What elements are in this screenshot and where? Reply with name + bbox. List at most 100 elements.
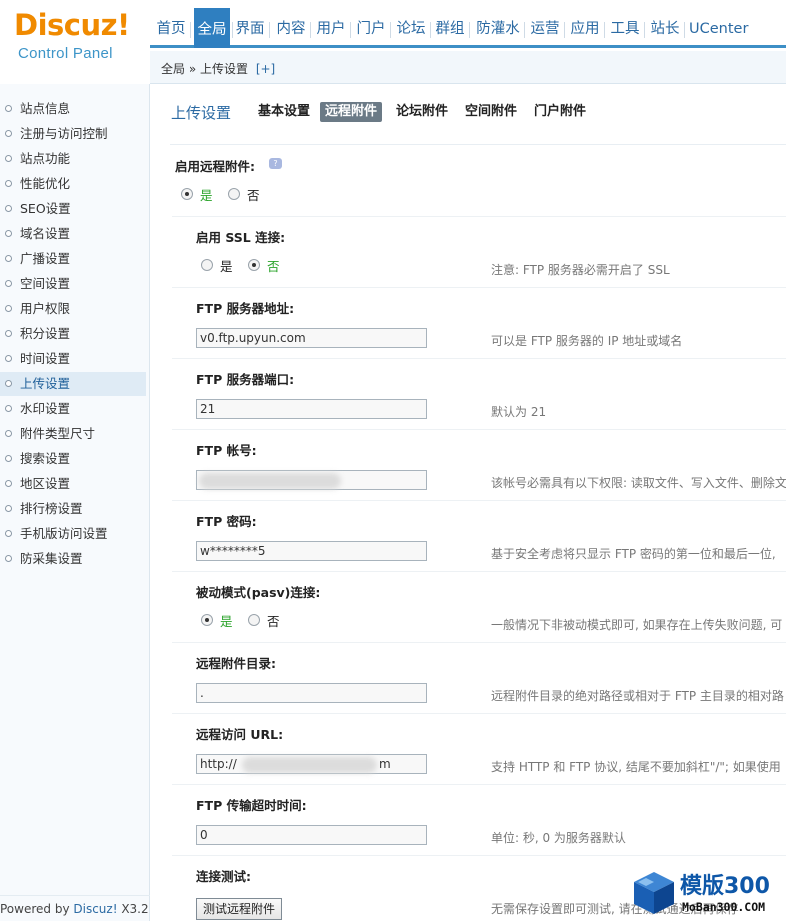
enable-remote-no-radio[interactable] (228, 188, 240, 200)
ftp-user-tip: 该帐号必需具有以下权限: 读取文件、写入文件、删除文 (491, 476, 786, 490)
sidebar-item[interactable]: 搜索设置 (0, 447, 146, 471)
ssl-yes-radio[interactable] (201, 259, 213, 271)
pasv-no-radio[interactable] (248, 614, 260, 626)
topnav-item[interactable]: 运营 (528, 14, 562, 44)
subnav-tab[interactable]: 远程附件 (320, 102, 383, 122)
topnav-item[interactable]: 站长 (648, 14, 682, 44)
bullet-icon (5, 230, 12, 237)
sidebar-item-label: 上传设置 (20, 376, 71, 391)
pasv-tip: 一般情况下非被动模式即可, 如果存在上传失败问题, 可 (491, 618, 783, 632)
page-title: 上传设置 (171, 104, 232, 122)
watermark-url: MoBan300.COM (682, 900, 766, 914)
bullet-icon (5, 455, 12, 462)
remote-url-tail: m (379, 757, 391, 771)
topnav-separator (644, 22, 645, 38)
sidebar-item-label: 水印设置 (20, 401, 71, 416)
discuz-link[interactable]: Discuz! (73, 902, 117, 916)
test-remote-button[interactable]: 测试远程附件 (196, 898, 283, 920)
topnav-item[interactable]: 防灌水 (474, 14, 522, 44)
topnav-item[interactable]: 内容 (274, 14, 308, 44)
subnav-tab[interactable]: 空间附件 (460, 102, 522, 122)
sidebar-item[interactable]: 附件类型尺寸 (0, 422, 146, 446)
sidebar-item[interactable]: 空间设置 (0, 272, 146, 296)
sidebar-item[interactable]: 水印设置 (0, 397, 146, 421)
bullet-icon (5, 555, 12, 562)
sidebar-item[interactable]: 地区设置 (0, 472, 146, 496)
logo[interactable]: Discuz! Control Panel (0, 0, 150, 84)
topnav-item[interactable]: 首页 (154, 14, 188, 44)
topnav-item[interactable]: 群组 (433, 14, 467, 44)
bullet-icon (5, 355, 12, 362)
sub-navigation: 上传设置 基本设置 远程附件 论坛附件 空间附件 门户附件 (150, 84, 786, 145)
remote-dir-label: 远程附件目录: (196, 656, 276, 671)
timeout-input[interactable] (196, 825, 427, 845)
subnav-tab[interactable]: 论坛附件 (391, 102, 453, 122)
bullet-icon (5, 480, 12, 487)
topnav-separator (390, 22, 391, 38)
breadcrumb: 全局 » 上传设置 [+] (161, 62, 276, 76)
topnav-item[interactable]: 论坛 (394, 14, 428, 44)
remote-dir-input[interactable] (196, 683, 427, 703)
ftp-port-tip: 默认为 21 (491, 405, 547, 419)
sidebar-item-label: 搜索设置 (20, 451, 71, 466)
topnav-item[interactable]: 门户 (354, 14, 388, 44)
row-divider (172, 642, 786, 643)
sidebar-footer-divider (0, 895, 150, 896)
help-icon[interactable]: ? (269, 158, 282, 169)
topnav-separator (684, 22, 685, 38)
add-shortcut-link[interactable]: [+] (256, 62, 275, 76)
sidebar-item[interactable]: 站点功能 (0, 147, 146, 171)
ftp-host-input[interactable] (196, 328, 427, 348)
ftp-port-input[interactable] (196, 399, 427, 419)
ftp-pass-input[interactable] (196, 541, 427, 561)
sidebar-item[interactable]: 上传设置 (0, 372, 146, 396)
topnav-item[interactable]: 应用 (568, 14, 602, 44)
sidebar-item-label: 站点信息 (20, 101, 71, 116)
sidebar-item[interactable]: 防采集设置 (0, 547, 146, 571)
sidebar-item-label: 附件类型尺寸 (20, 426, 96, 441)
breadcrumb-bar: 全局 » 上传设置 [+] (150, 51, 786, 84)
ssl-no-radio[interactable] (248, 259, 260, 271)
sidebar-item-label: 防采集设置 (20, 551, 83, 566)
sidebar-item-label: 地区设置 (20, 476, 71, 491)
ftp-pass-tip: 基于安全考虑将只显示 FTP 密码的第一位和最后一位, (491, 547, 776, 561)
sidebar-item[interactable]: 时间设置 (0, 347, 146, 371)
sidebar-item[interactable]: 注册与访问控制 (0, 122, 146, 146)
enable-remote-label: 启用远程附件: (175, 159, 255, 174)
sidebar-item-label: 广播设置 (20, 251, 71, 266)
logo-subtitle: Control Panel (18, 45, 113, 62)
subnav-tab[interactable]: 门户附件 (529, 102, 591, 122)
sidebar-item[interactable]: 用户权限 (0, 297, 146, 321)
topnav-item[interactable]: 用户 (314, 14, 348, 44)
sidebar-item[interactable]: 性能优化 (0, 172, 146, 196)
sidebar-item[interactable]: 积分设置 (0, 322, 146, 346)
sidebar-item-label: 排行榜设置 (20, 501, 83, 516)
sidebar: 站点信息注册与访问控制 站点功能 性能优化 SEO设置 域名设置广播设置空间设置 用户权限… (0, 84, 150, 921)
topnav-item[interactable]: UCenter (689, 14, 748, 44)
ftp-port-label: FTP 服务器端口: (196, 372, 295, 387)
redacted-blur (242, 757, 377, 773)
enable-remote-yes-radio[interactable] (181, 188, 193, 200)
topnav-item[interactable]: 全局 (194, 8, 230, 48)
sidebar-item[interactable]: 站点信息 (0, 97, 146, 121)
topnav-item[interactable]: 界面 (233, 14, 267, 44)
topnav-item[interactable]: 工具 (608, 14, 642, 44)
row-divider (172, 216, 786, 217)
sidebar-item[interactable]: 广播设置 (0, 247, 146, 271)
sidebar-item-label: 积分设置 (20, 326, 71, 341)
remote-url-label: 远程访问 URL: (196, 727, 284, 742)
sidebar-item[interactable]: SEO设置 (0, 197, 146, 221)
powered-by: Powered by Discuz! X3.2 (0, 902, 149, 916)
row-divider (172, 358, 786, 359)
ftp-pass-label: FTP 密码: (196, 514, 257, 529)
sidebar-item[interactable]: 排行榜设置 (0, 497, 146, 521)
watermark-name: 模版300 (680, 874, 770, 899)
timeout-label: FTP 传输超时时间: (196, 798, 307, 813)
subnav-tab[interactable]: 基本设置 (253, 102, 315, 122)
cube-logo-icon (634, 872, 674, 914)
pasv-yes-radio[interactable] (201, 614, 213, 626)
bullet-icon (5, 405, 12, 412)
sidebar-item[interactable]: 域名设置 (0, 222, 146, 246)
sidebar-item[interactable]: 手机版访问设置 (0, 522, 146, 546)
sidebar-item-label: 时间设置 (20, 351, 71, 366)
